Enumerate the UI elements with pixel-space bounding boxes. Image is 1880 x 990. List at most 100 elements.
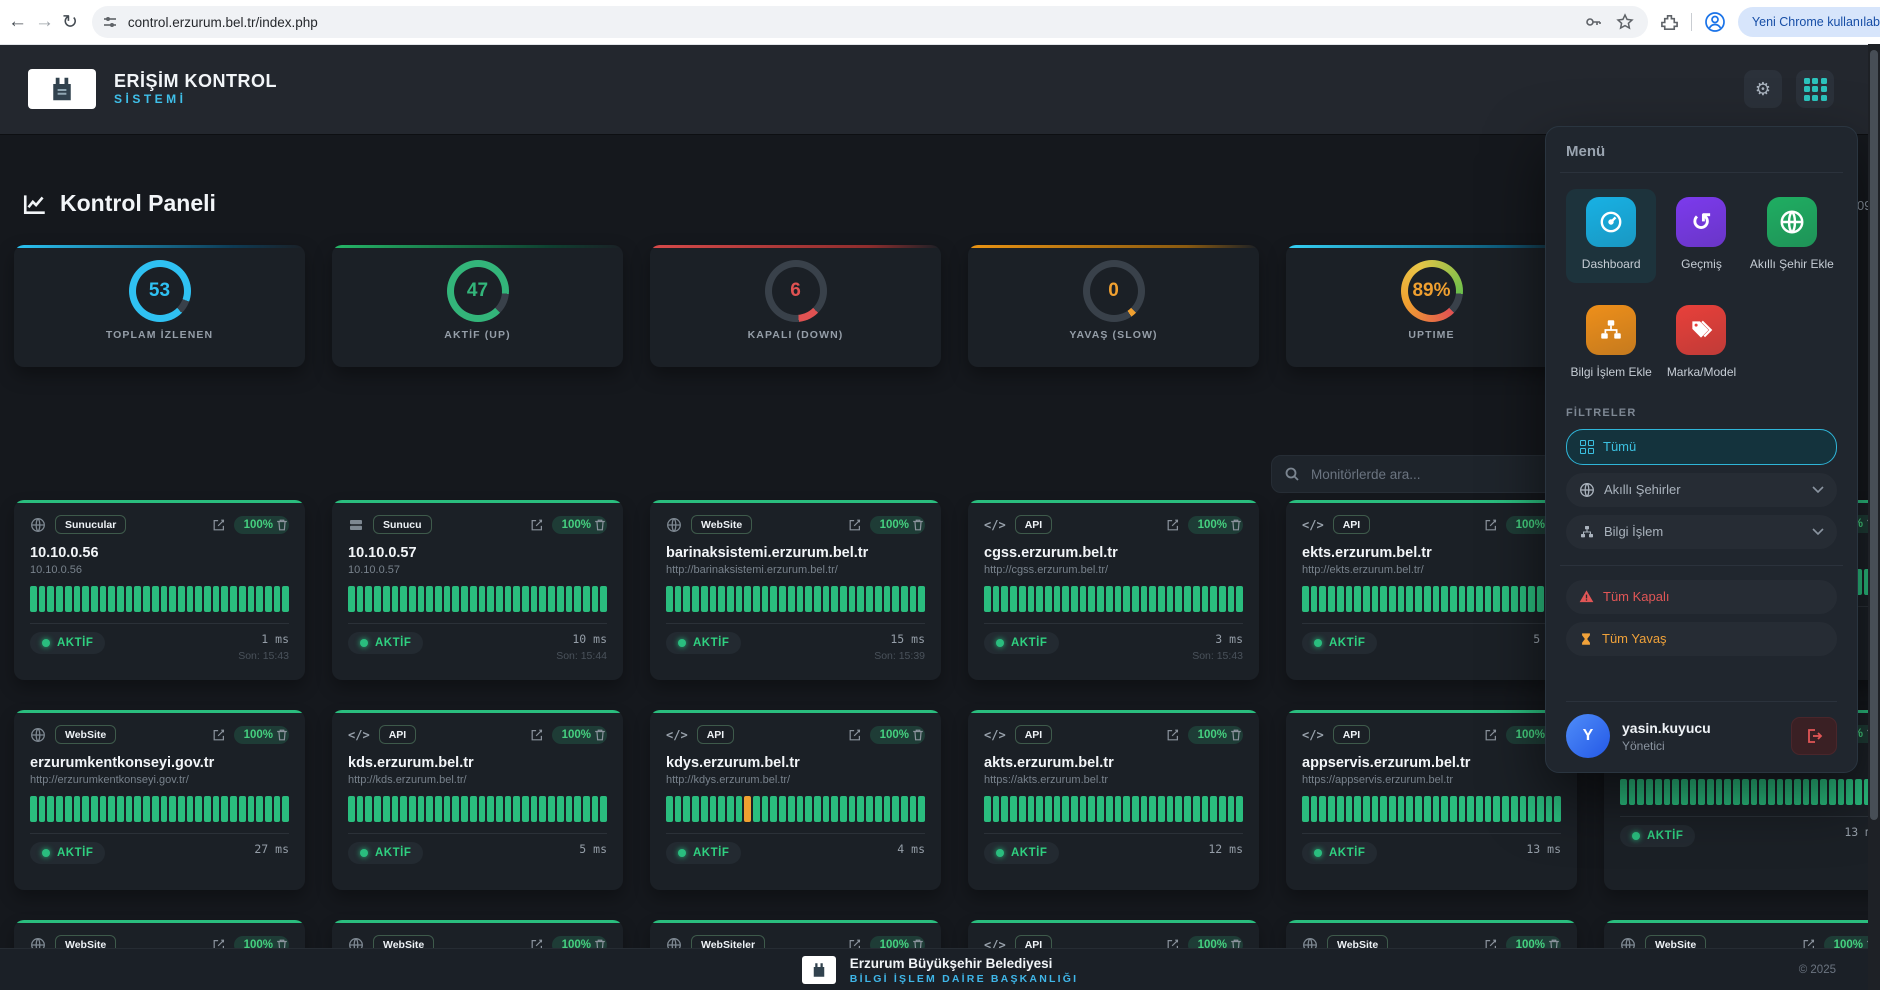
card-divider — [1302, 623, 1561, 624]
menu-panel: Menü Dashboard ↺ Geçmiş — [1545, 126, 1858, 773]
filter-bilgi-i-lem[interactable]: Bilgi İşlem — [1566, 515, 1837, 549]
extensions-icon[interactable] — [1660, 13, 1679, 32]
monitor-card[interactable]: WebSite 100% barinaksistemi.erzurum.bel.… — [650, 500, 941, 680]
uptime-bar — [1167, 796, 1174, 822]
edit-icon[interactable] — [212, 518, 226, 532]
uptime-bar — [239, 796, 246, 822]
reload-icon[interactable]: ↻ — [62, 7, 78, 37]
password-key-icon[interactable] — [1584, 13, 1602, 31]
forward-icon[interactable]: → — [35, 7, 54, 37]
back-icon[interactable]: ← — [8, 7, 27, 37]
edit-icon[interactable] — [848, 728, 862, 742]
browser-scrollbar[interactable] — [1868, 44, 1880, 990]
monitor-card[interactable]: </> API 100% kdys.erzurum.bel.tr http://… — [650, 710, 941, 890]
uptime-bar — [256, 586, 263, 612]
stat-label: TOPLAM İZLENEN — [106, 329, 213, 341]
uptime-bar — [901, 586, 908, 612]
filter-t-m-[interactable]: Tümü — [1566, 429, 1837, 465]
menu-tile-bilgi-i-lem-ekle[interactable]: Bilgi İşlem Ekle — [1566, 297, 1656, 391]
uptime-bar — [1502, 586, 1509, 612]
menu-tile-dashboard[interactable]: Dashboard — [1566, 189, 1656, 283]
url-text[interactable]: control.erzurum.bel.tr/index.php — [128, 15, 1584, 30]
uptime-bar — [701, 586, 708, 612]
status-badge: AKTİF — [348, 842, 423, 864]
uptime-bar — [221, 586, 228, 612]
monitor-card[interactable]: </> API 100% ekts.erzurum.bel.tr http://… — [1286, 500, 1577, 680]
uptime-bar — [1219, 796, 1226, 822]
monitor-card[interactable]: </> API 100% appservis.erzurum.bel.tr ht… — [1286, 710, 1577, 890]
settings-gear-button[interactable]: ⚙ — [1744, 70, 1782, 108]
monitor-card[interactable]: WebSite 100% erzurumkentkonseyi.gov.tr h… — [14, 710, 305, 890]
uptime-bar — [770, 796, 777, 822]
uptime-bar — [1664, 779, 1671, 805]
monitor-url: http://barinaksistemi.erzurum.bel.tr/ — [666, 564, 925, 577]
filter-label: Tüm Kapalı — [1603, 589, 1669, 604]
search-input[interactable] — [1309, 466, 1533, 483]
monitor-card[interactable]: Sunucular 100% 10.10.0.56 10.10.0.56 — [14, 500, 305, 680]
edit-icon[interactable] — [530, 728, 544, 742]
uptime-bar — [178, 586, 185, 612]
filter-t-m-yava-[interactable]: Tüm Yavaş — [1566, 622, 1837, 656]
trash-icon[interactable] — [593, 518, 607, 532]
uptime-bar — [788, 586, 795, 612]
card-divider — [348, 623, 607, 624]
uptime-bar — [683, 586, 690, 612]
address-bar[interactable]: control.erzurum.bel.tr/index.php — [92, 6, 1648, 38]
monitor-card[interactable]: </> API 100% kds.erzurum.bel.tr http://k… — [332, 710, 623, 890]
trash-icon[interactable] — [1229, 728, 1243, 742]
edit-icon[interactable] — [1166, 518, 1180, 532]
uptime-bar — [1415, 796, 1422, 822]
trash-icon[interactable] — [593, 728, 607, 742]
logout-button[interactable] — [1791, 717, 1837, 755]
uptime-bar — [374, 586, 381, 612]
trash-icon[interactable] — [275, 518, 289, 532]
edit-icon[interactable] — [1484, 518, 1498, 532]
filter-ak-ll-ehirler[interactable]: Akıllı Şehirler — [1566, 473, 1837, 507]
uptime-bar — [1071, 586, 1078, 612]
uptime-bar — [1346, 586, 1353, 612]
status-badge: AKTİF — [666, 632, 741, 654]
apps-grid-icon — [1804, 78, 1827, 101]
trash-icon[interactable] — [275, 728, 289, 742]
sitemap-icon — [1579, 524, 1595, 540]
chrome-update-button[interactable]: Yeni Chrome kullanılabilir — [1738, 7, 1880, 37]
filter-t-m-kapal-[interactable]: Tüm Kapalı — [1566, 580, 1837, 614]
footer-dept: BİLGİ İŞLEM DAİRE BAŞKANLIĞI — [850, 973, 1078, 985]
uptime-bar — [1546, 796, 1553, 822]
monitor-card[interactable]: </> API 100% cgss.erzurum.bel.tr http://… — [968, 500, 1259, 680]
monitor-card[interactable]: </> API 100% akts.erzurum.bel.tr https:/… — [968, 710, 1259, 890]
edit-icon[interactable] — [212, 728, 226, 742]
menu-tile-marka-model[interactable]: Marka/Model — [1656, 297, 1746, 391]
stat-card: 89% UPTIME — [1286, 245, 1577, 367]
uptime-bar — [1036, 796, 1043, 822]
menu-tile-ak-ll-ehir-ekle[interactable]: Akıllı Şehir Ekle — [1747, 189, 1837, 283]
monitor-type-badge: API — [697, 725, 735, 744]
uptime-bar — [82, 796, 89, 822]
uptime-bar — [479, 796, 486, 822]
menu-tile-ge-mi-[interactable]: ↺ Geçmiş — [1656, 189, 1746, 283]
uptime-bar — [409, 796, 416, 822]
filter-label: Bilgi İşlem — [1604, 524, 1663, 539]
trash-icon[interactable] — [911, 728, 925, 742]
trash-icon[interactable] — [911, 518, 925, 532]
profile-icon[interactable] — [1704, 11, 1726, 33]
uptime-bar — [1019, 586, 1026, 612]
bookmark-star-icon[interactable] — [1616, 13, 1634, 31]
apps-menu-button[interactable] — [1796, 70, 1834, 108]
site-info-icon[interactable] — [102, 14, 118, 30]
edit-icon[interactable] — [530, 518, 544, 532]
edit-icon[interactable] — [1166, 728, 1180, 742]
response-time: 12 ms — [1208, 842, 1243, 856]
monitor-url: http://kdys.erzurum.bel.tr/ — [666, 774, 925, 787]
trash-icon[interactable] — [1229, 518, 1243, 532]
search-box[interactable] — [1271, 455, 1559, 493]
uptime-bar — [583, 586, 590, 612]
edit-icon[interactable] — [848, 518, 862, 532]
uptime-bar — [1141, 586, 1148, 612]
uptime-bar — [892, 796, 899, 822]
edit-icon[interactable] — [1484, 728, 1498, 742]
uptime-bar — [1433, 796, 1440, 822]
monitor-card[interactable]: Sunucu 100% 10.10.0.57 10.10.0.57 — [332, 500, 623, 680]
scrollbar-thumb[interactable] — [1870, 50, 1878, 820]
monitor-title: 10.10.0.57 — [348, 545, 607, 561]
